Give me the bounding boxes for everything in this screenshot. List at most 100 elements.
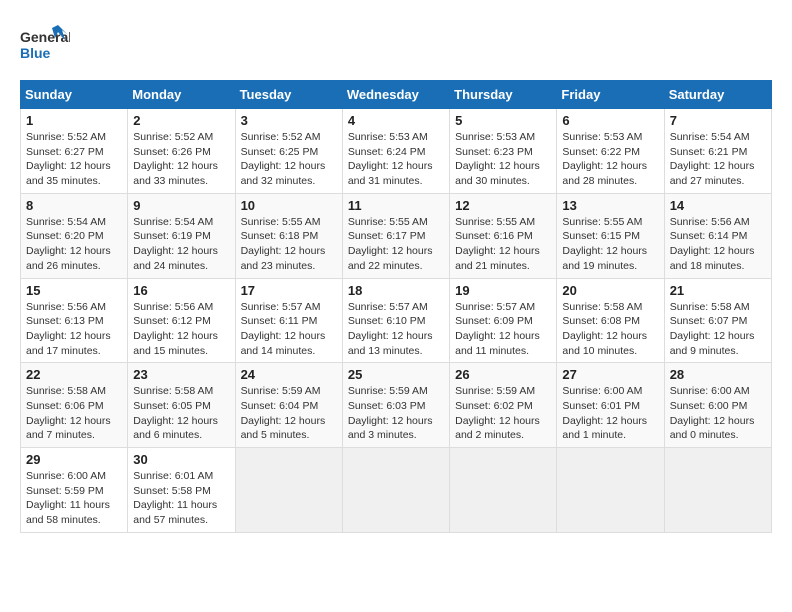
calendar-cell: 26 Sunrise: 5:59 AM Sunset: 6:02 PM Dayli… bbox=[450, 363, 557, 448]
day-number: 6 bbox=[562, 113, 658, 128]
day-number: 21 bbox=[670, 283, 766, 298]
day-number: 14 bbox=[670, 198, 766, 213]
calendar-cell bbox=[235, 448, 342, 533]
calendar-cell bbox=[450, 448, 557, 533]
day-number: 5 bbox=[455, 113, 551, 128]
day-number: 13 bbox=[562, 198, 658, 213]
day-info: Sunrise: 5:54 AM Sunset: 6:19 PM Dayligh… bbox=[133, 215, 229, 274]
day-number: 1 bbox=[26, 113, 122, 128]
day-info: Sunrise: 5:55 AM Sunset: 6:18 PM Dayligh… bbox=[241, 215, 337, 274]
day-info: Sunrise: 5:56 AM Sunset: 6:12 PM Dayligh… bbox=[133, 300, 229, 359]
day-number: 20 bbox=[562, 283, 658, 298]
day-number: 8 bbox=[26, 198, 122, 213]
day-info: Sunrise: 6:00 AM Sunset: 5:59 PM Dayligh… bbox=[26, 469, 122, 528]
calendar-cell: 15 Sunrise: 5:56 AM Sunset: 6:13 PM Dayli… bbox=[21, 278, 128, 363]
col-header-monday: Monday bbox=[128, 81, 235, 109]
col-header-sunday: Sunday bbox=[21, 81, 128, 109]
day-info: Sunrise: 5:59 AM Sunset: 6:04 PM Dayligh… bbox=[241, 384, 337, 443]
day-number: 15 bbox=[26, 283, 122, 298]
calendar-cell: 20 Sunrise: 5:58 AM Sunset: 6:08 PM Dayli… bbox=[557, 278, 664, 363]
day-number: 11 bbox=[348, 198, 444, 213]
day-number: 29 bbox=[26, 452, 122, 467]
day-info: Sunrise: 5:55 AM Sunset: 6:15 PM Dayligh… bbox=[562, 215, 658, 274]
calendar-cell: 24 Sunrise: 5:59 AM Sunset: 6:04 PM Dayli… bbox=[235, 363, 342, 448]
day-info: Sunrise: 5:56 AM Sunset: 6:13 PM Dayligh… bbox=[26, 300, 122, 359]
calendar-cell: 5 Sunrise: 5:53 AM Sunset: 6:23 PM Daylig… bbox=[450, 109, 557, 194]
day-info: Sunrise: 5:53 AM Sunset: 6:22 PM Dayligh… bbox=[562, 130, 658, 189]
calendar-cell: 10 Sunrise: 5:55 AM Sunset: 6:18 PM Dayli… bbox=[235, 193, 342, 278]
calendar-cell: 4 Sunrise: 5:53 AM Sunset: 6:24 PM Daylig… bbox=[342, 109, 449, 194]
day-number: 30 bbox=[133, 452, 229, 467]
calendar-cell: 8 Sunrise: 5:54 AM Sunset: 6:20 PM Daylig… bbox=[21, 193, 128, 278]
day-info: Sunrise: 5:52 AM Sunset: 6:26 PM Dayligh… bbox=[133, 130, 229, 189]
week-row-3: 15 Sunrise: 5:56 AM Sunset: 6:13 PM Dayli… bbox=[21, 278, 772, 363]
day-number: 12 bbox=[455, 198, 551, 213]
calendar-table: SundayMondayTuesdayWednesdayThursdayFrid… bbox=[20, 80, 772, 533]
calendar-cell bbox=[557, 448, 664, 533]
day-info: Sunrise: 6:00 AM Sunset: 6:01 PM Dayligh… bbox=[562, 384, 658, 443]
day-number: 26 bbox=[455, 367, 551, 382]
calendar-cell bbox=[664, 448, 771, 533]
calendar-cell: 21 Sunrise: 5:58 AM Sunset: 6:07 PM Dayli… bbox=[664, 278, 771, 363]
col-header-saturday: Saturday bbox=[664, 81, 771, 109]
day-number: 18 bbox=[348, 283, 444, 298]
day-number: 17 bbox=[241, 283, 337, 298]
col-header-friday: Friday bbox=[557, 81, 664, 109]
day-number: 27 bbox=[562, 367, 658, 382]
day-info: Sunrise: 5:54 AM Sunset: 6:21 PM Dayligh… bbox=[670, 130, 766, 189]
day-info: Sunrise: 5:52 AM Sunset: 6:25 PM Dayligh… bbox=[241, 130, 337, 189]
day-number: 3 bbox=[241, 113, 337, 128]
day-number: 23 bbox=[133, 367, 229, 382]
header-row: SundayMondayTuesdayWednesdayThursdayFrid… bbox=[21, 81, 772, 109]
calendar-cell: 2 Sunrise: 5:52 AM Sunset: 6:26 PM Daylig… bbox=[128, 109, 235, 194]
day-info: Sunrise: 5:59 AM Sunset: 6:02 PM Dayligh… bbox=[455, 384, 551, 443]
day-info: Sunrise: 5:58 AM Sunset: 6:06 PM Dayligh… bbox=[26, 384, 122, 443]
day-info: Sunrise: 5:58 AM Sunset: 6:07 PM Dayligh… bbox=[670, 300, 766, 359]
calendar-cell: 30 Sunrise: 6:01 AM Sunset: 5:58 PM Dayli… bbox=[128, 448, 235, 533]
col-header-thursday: Thursday bbox=[450, 81, 557, 109]
day-info: Sunrise: 5:57 AM Sunset: 6:09 PM Dayligh… bbox=[455, 300, 551, 359]
col-header-tuesday: Tuesday bbox=[235, 81, 342, 109]
day-number: 28 bbox=[670, 367, 766, 382]
calendar-cell bbox=[342, 448, 449, 533]
day-info: Sunrise: 5:58 AM Sunset: 6:05 PM Dayligh… bbox=[133, 384, 229, 443]
week-row-5: 29 Sunrise: 6:00 AM Sunset: 5:59 PM Dayli… bbox=[21, 448, 772, 533]
day-number: 2 bbox=[133, 113, 229, 128]
calendar-cell: 23 Sunrise: 5:58 AM Sunset: 6:05 PM Dayli… bbox=[128, 363, 235, 448]
day-info: Sunrise: 6:01 AM Sunset: 5:58 PM Dayligh… bbox=[133, 469, 229, 528]
calendar-cell: 16Sunrise: 5:56 AM Sunset: 6:12 PM Dayli… bbox=[128, 278, 235, 363]
calendar-cell: 11 Sunrise: 5:55 AM Sunset: 6:17 PM Dayli… bbox=[342, 193, 449, 278]
calendar-cell: 6 Sunrise: 5:53 AM Sunset: 6:22 PM Daylig… bbox=[557, 109, 664, 194]
day-info: Sunrise: 5:53 AM Sunset: 6:23 PM Dayligh… bbox=[455, 130, 551, 189]
week-row-2: 8 Sunrise: 5:54 AM Sunset: 6:20 PM Daylig… bbox=[21, 193, 772, 278]
day-info: Sunrise: 5:57 AM Sunset: 6:10 PM Dayligh… bbox=[348, 300, 444, 359]
day-number: 19 bbox=[455, 283, 551, 298]
day-info: Sunrise: 5:54 AM Sunset: 6:20 PM Dayligh… bbox=[26, 215, 122, 274]
day-number: 9 bbox=[133, 198, 229, 213]
calendar-cell: 19 Sunrise: 5:57 AM Sunset: 6:09 PM Dayli… bbox=[450, 278, 557, 363]
day-number: 10 bbox=[241, 198, 337, 213]
calendar-cell: 14 Sunrise: 5:56 AM Sunset: 6:14 PM Dayli… bbox=[664, 193, 771, 278]
calendar-cell: 27 Sunrise: 6:00 AM Sunset: 6:01 PM Dayli… bbox=[557, 363, 664, 448]
day-number: 24 bbox=[241, 367, 337, 382]
calendar-cell: 18 Sunrise: 5:57 AM Sunset: 6:10 PM Dayli… bbox=[342, 278, 449, 363]
day-info: Sunrise: 5:56 AM Sunset: 6:14 PM Dayligh… bbox=[670, 215, 766, 274]
calendar-cell: 7Sunrise: 5:54 AM Sunset: 6:21 PM Daylig… bbox=[664, 109, 771, 194]
page-header: General Blue bbox=[20, 20, 772, 70]
day-info: Sunrise: 5:59 AM Sunset: 6:03 PM Dayligh… bbox=[348, 384, 444, 443]
week-row-1: 1 Sunrise: 5:52 AM Sunset: 6:27 PM Daylig… bbox=[21, 109, 772, 194]
calendar-cell: 12Sunrise: 5:55 AM Sunset: 6:16 PM Dayli… bbox=[450, 193, 557, 278]
day-info: Sunrise: 5:57 AM Sunset: 6:11 PM Dayligh… bbox=[241, 300, 337, 359]
day-info: Sunrise: 5:58 AM Sunset: 6:08 PM Dayligh… bbox=[562, 300, 658, 359]
day-info: Sunrise: 5:55 AM Sunset: 6:17 PM Dayligh… bbox=[348, 215, 444, 274]
week-row-4: 22 Sunrise: 5:58 AM Sunset: 6:06 PM Dayli… bbox=[21, 363, 772, 448]
day-info: Sunrise: 6:00 AM Sunset: 6:00 PM Dayligh… bbox=[670, 384, 766, 443]
day-number: 4 bbox=[348, 113, 444, 128]
day-info: Sunrise: 5:52 AM Sunset: 6:27 PM Dayligh… bbox=[26, 130, 122, 189]
calendar-cell: 1 Sunrise: 5:52 AM Sunset: 6:27 PM Daylig… bbox=[21, 109, 128, 194]
logo: General Blue bbox=[20, 20, 70, 70]
calendar-cell: 17 Sunrise: 5:57 AM Sunset: 6:11 PM Dayli… bbox=[235, 278, 342, 363]
day-info: Sunrise: 5:53 AM Sunset: 6:24 PM Dayligh… bbox=[348, 130, 444, 189]
calendar-cell: 3 Sunrise: 5:52 AM Sunset: 6:25 PM Daylig… bbox=[235, 109, 342, 194]
day-number: 22 bbox=[26, 367, 122, 382]
